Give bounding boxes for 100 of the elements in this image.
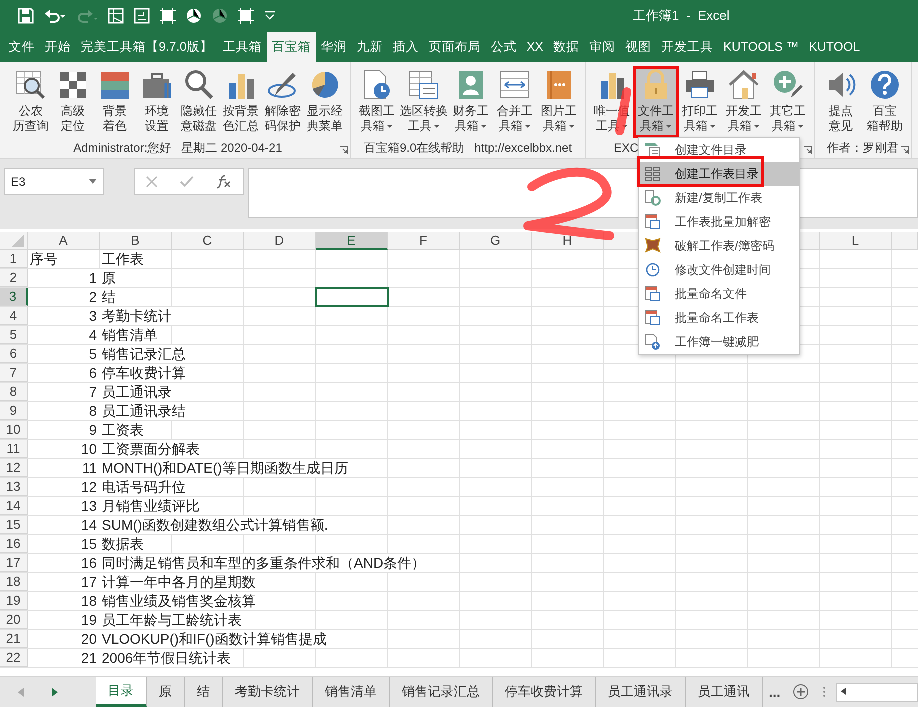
ribbon-tab[interactable]: 华润 [316, 32, 352, 62]
column-header[interactable]: G [460, 232, 532, 250]
ribbon-button[interactable]: 提点 意见 [819, 66, 863, 138]
row-header[interactable]: 11 [0, 440, 28, 458]
ribbon-button[interactable]: 图片工 具箱 [537, 66, 581, 138]
table-cell: 20 [79, 630, 100, 648]
ribbon-button[interactable]: 合并工 具箱 [493, 66, 537, 138]
dialog-launcher-icon[interactable] [340, 146, 348, 154]
horizontal-scrollbar[interactable] [836, 682, 918, 702]
ribbon-button[interactable]: 高级 定位 [52, 66, 94, 138]
row-header[interactable]: 7 [0, 364, 28, 382]
ribbon-button[interactable]: 百宝 箱帮助 [863, 66, 907, 138]
menu-item[interactable]: 修改文件创建时间 [639, 258, 799, 282]
ribbon-tab[interactable]: 页面布局 [424, 32, 486, 62]
row-header[interactable]: 4 [0, 307, 28, 325]
row-header[interactable]: 2 [0, 269, 28, 287]
column-header[interactable]: B [100, 232, 172, 250]
sheet-tab[interactable]: 员工通讯录 [596, 677, 686, 707]
table-cell: 8 [87, 402, 100, 420]
ribbon-button[interactable]: 开发工 具箱 [722, 66, 766, 138]
row-header[interactable]: 10 [0, 421, 28, 439]
menu-item[interactable]: 创建工作表目录 [639, 162, 799, 186]
sheet-tab[interactable]: 目录 [96, 677, 147, 707]
menu-item[interactable]: 批量命名工作表 [639, 306, 799, 330]
ribbon-tab[interactable]: KUTOOL [804, 32, 866, 62]
row-header[interactable]: 1 [0, 250, 28, 268]
row-header[interactable]: 20 [0, 611, 28, 629]
row-header[interactable]: 14 [0, 497, 28, 515]
row-header[interactable]: 21 [0, 630, 28, 648]
row-header[interactable]: 12 [0, 459, 28, 477]
menu-item[interactable]: 工作表批量加解密 [639, 210, 799, 234]
row-header[interactable]: 6 [0, 345, 28, 363]
row-header[interactable]: 9 [0, 402, 28, 420]
row-header[interactable]: 16 [0, 535, 28, 553]
sheet-tab[interactable]: 销售清单 [313, 677, 390, 707]
ribbon-button[interactable]: 显示经 典菜单 [304, 66, 346, 138]
ribbon-tab[interactable]: 公式 [486, 32, 522, 62]
ribbon-button[interactable]: 背景 着色 [94, 66, 136, 138]
menu-item[interactable]: 新建/复制工作表 [639, 186, 799, 210]
ribbon-tab[interactable]: 完美工具箱【9.7.0版】 [76, 32, 218, 62]
row-header[interactable]: 8 [0, 383, 28, 401]
menu-item[interactable]: 批量命名文件 [639, 282, 799, 306]
row-header[interactable]: 5 [0, 326, 28, 344]
ribbon-button[interactable]: 打印工 具箱 [678, 66, 722, 138]
ribbon-tab[interactable]: 开始 [40, 32, 76, 62]
next-sheet-icon [52, 688, 58, 696]
ribbon-tab[interactable]: 视图 [620, 32, 656, 62]
customize-icon [264, 11, 276, 21]
column-header[interactable]: C [172, 232, 244, 250]
ribbon-tab[interactable]: XX [522, 32, 548, 62]
ribbon-button[interactable]: 截图工 具箱 [355, 66, 399, 138]
clock-icon [645, 262, 661, 278]
row-header[interactable]: 13 [0, 478, 28, 496]
ribbon-button[interactable]: 文件工 具箱 [634, 66, 678, 138]
dialog-launcher-icon[interactable] [901, 146, 909, 154]
column-header[interactable]: E [316, 232, 388, 250]
row-header[interactable]: 22 [0, 649, 28, 667]
menu-item[interactable]: 工作簿一键减肥 [639, 330, 799, 354]
ribbon-tab[interactable]: 九新 [352, 32, 388, 62]
row-header[interactable]: 19 [0, 592, 28, 610]
cancel-icon [146, 176, 158, 188]
ribbon-button[interactable]: 隐藏任 意磁盘 [178, 66, 220, 138]
row-header[interactable]: 3 [0, 288, 28, 306]
row-header[interactable]: 15 [0, 516, 28, 534]
ribbon-tab[interactable]: 插入 [388, 32, 424, 62]
sheet-tab[interactable]: 原 [147, 677, 185, 707]
sheet-tab[interactable]: 销售记录汇总 [390, 677, 493, 707]
ribbon-button[interactable]: 选区转换 工具 [399, 66, 449, 138]
menu-item[interactable]: 破解工作表/簿密码 [639, 234, 799, 258]
sheet-tab[interactable]: 考勤卡统计 [223, 677, 313, 707]
ribbon-tab[interactable]: 开发工具 [656, 32, 718, 62]
ribbon-tab[interactable]: 审阅 [584, 32, 620, 62]
column-header[interactable]: D [244, 232, 316, 250]
ribbon-button[interactable]: 公农 历查询 [10, 66, 52, 138]
ribbon-tab[interactable]: KUTOOLS ™ [718, 32, 804, 62]
ribbon-tab[interactable]: 文件 [4, 32, 40, 62]
ribbon-tab[interactable]: 百宝箱 [266, 32, 316, 62]
ribbon-button[interactable]: 解除密 码保护 [262, 66, 304, 138]
menu-item[interactable]: 创建文件目录 [639, 138, 799, 162]
column-header[interactable]: A [28, 232, 100, 250]
sheet-tab[interactable]: 停车收费计算 [493, 677, 596, 707]
row-header[interactable]: 18 [0, 573, 28, 591]
table-cell: 工作表 [100, 250, 146, 268]
more-sheets-button[interactable]: ... [769, 684, 781, 700]
ribbon-button[interactable]: 财务工 具箱 [449, 66, 493, 138]
ribbon-tab[interactable]: 工具箱 [218, 32, 267, 62]
ribbon-button[interactable]: 其它工 具箱 [766, 66, 810, 138]
name-box[interactable]: E3 [4, 168, 104, 195]
sheet-tab[interactable]: 员工通讯 [686, 677, 763, 707]
ribbon-button[interactable]: 环境 设置 [136, 66, 178, 138]
table-cell: 月销售业绩评比 [100, 497, 202, 515]
ribbon-tab[interactable]: 数据 [548, 32, 584, 62]
table-cell: 4 [87, 326, 100, 344]
row-header[interactable]: 17 [0, 554, 28, 572]
ribbon-button[interactable]: 按背景 色汇总 [220, 66, 262, 138]
column-header[interactable]: F [388, 232, 460, 250]
magnifier-icon [183, 69, 215, 101]
column-header[interactable]: L [820, 232, 892, 250]
sheet-tab[interactable]: 结 [185, 677, 223, 707]
dialog-launcher-icon[interactable] [804, 146, 812, 154]
